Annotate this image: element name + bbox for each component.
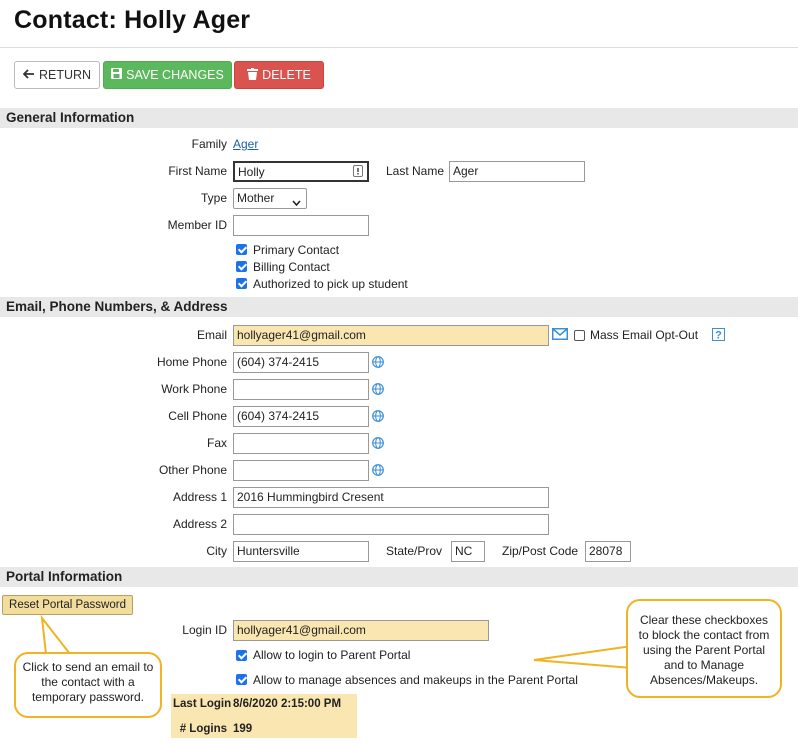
reset-password-callout: Click to send an email to the contact wi… [14,652,162,718]
portal-checkboxes-callout-text: Clear these checkboxes to block the cont… [638,613,770,687]
portal-checkboxes-callout: Clear these checkboxes to block the cont… [626,599,782,698]
reset-password-callout-text: Click to send an email to the contact wi… [22,660,154,704]
